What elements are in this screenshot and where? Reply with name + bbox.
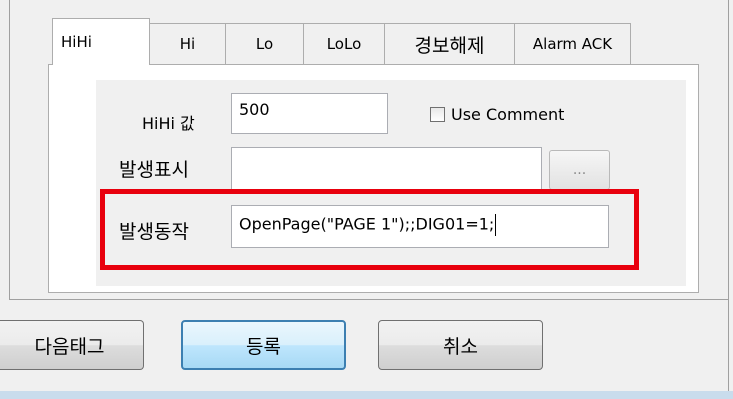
window-bottom-bar [0, 391, 733, 399]
tab-alarm-clear[interactable]: 경보해제 [384, 23, 515, 64]
hihi-value-input[interactable]: 500 [231, 93, 388, 134]
use-comment-checkbox[interactable] [430, 107, 445, 122]
next-tag-button[interactable]: 다음태그 [0, 320, 144, 370]
tab-label: Alarm ACK [532, 35, 613, 53]
tab-lo[interactable]: Lo [225, 23, 304, 64]
display-input[interactable] [231, 147, 542, 193]
hihi-value-label: HiHi 값 [142, 114, 195, 133]
dialog-right-border [728, 0, 729, 399]
tab-hi[interactable]: Hi [149, 23, 226, 64]
tab-label: HiHi [61, 33, 92, 51]
display-label: 발생표시 [119, 159, 189, 181]
dialog-left-border [9, 0, 10, 300]
group-frame-bottom [9, 299, 729, 300]
browse-button-label: ... [572, 162, 587, 178]
cancel-button-label: 취소 [443, 335, 478, 358]
next-tag-button-label: 다음태그 [34, 335, 105, 358]
tab-label: Lo [255, 35, 274, 53]
tab-lolo[interactable]: LoLo [303, 23, 385, 64]
register-button[interactable]: 등록 [181, 320, 346, 370]
tab-label: Hi [179, 35, 196, 53]
browse-button[interactable]: ... [549, 150, 610, 190]
tab-hihi[interactable]: HiHi [52, 18, 150, 65]
tab-label: 경보해제 [414, 34, 485, 57]
cancel-button[interactable]: 취소 [378, 320, 543, 370]
use-comment-label: Use Comment [451, 105, 565, 124]
register-button-label: 등록 [246, 335, 281, 358]
tab-label: LoLo [326, 35, 362, 53]
tab-alarm-ack[interactable]: Alarm ACK [514, 23, 631, 64]
highlight-box [100, 189, 639, 270]
use-comment-checkbox-row[interactable]: Use Comment [430, 105, 564, 124]
